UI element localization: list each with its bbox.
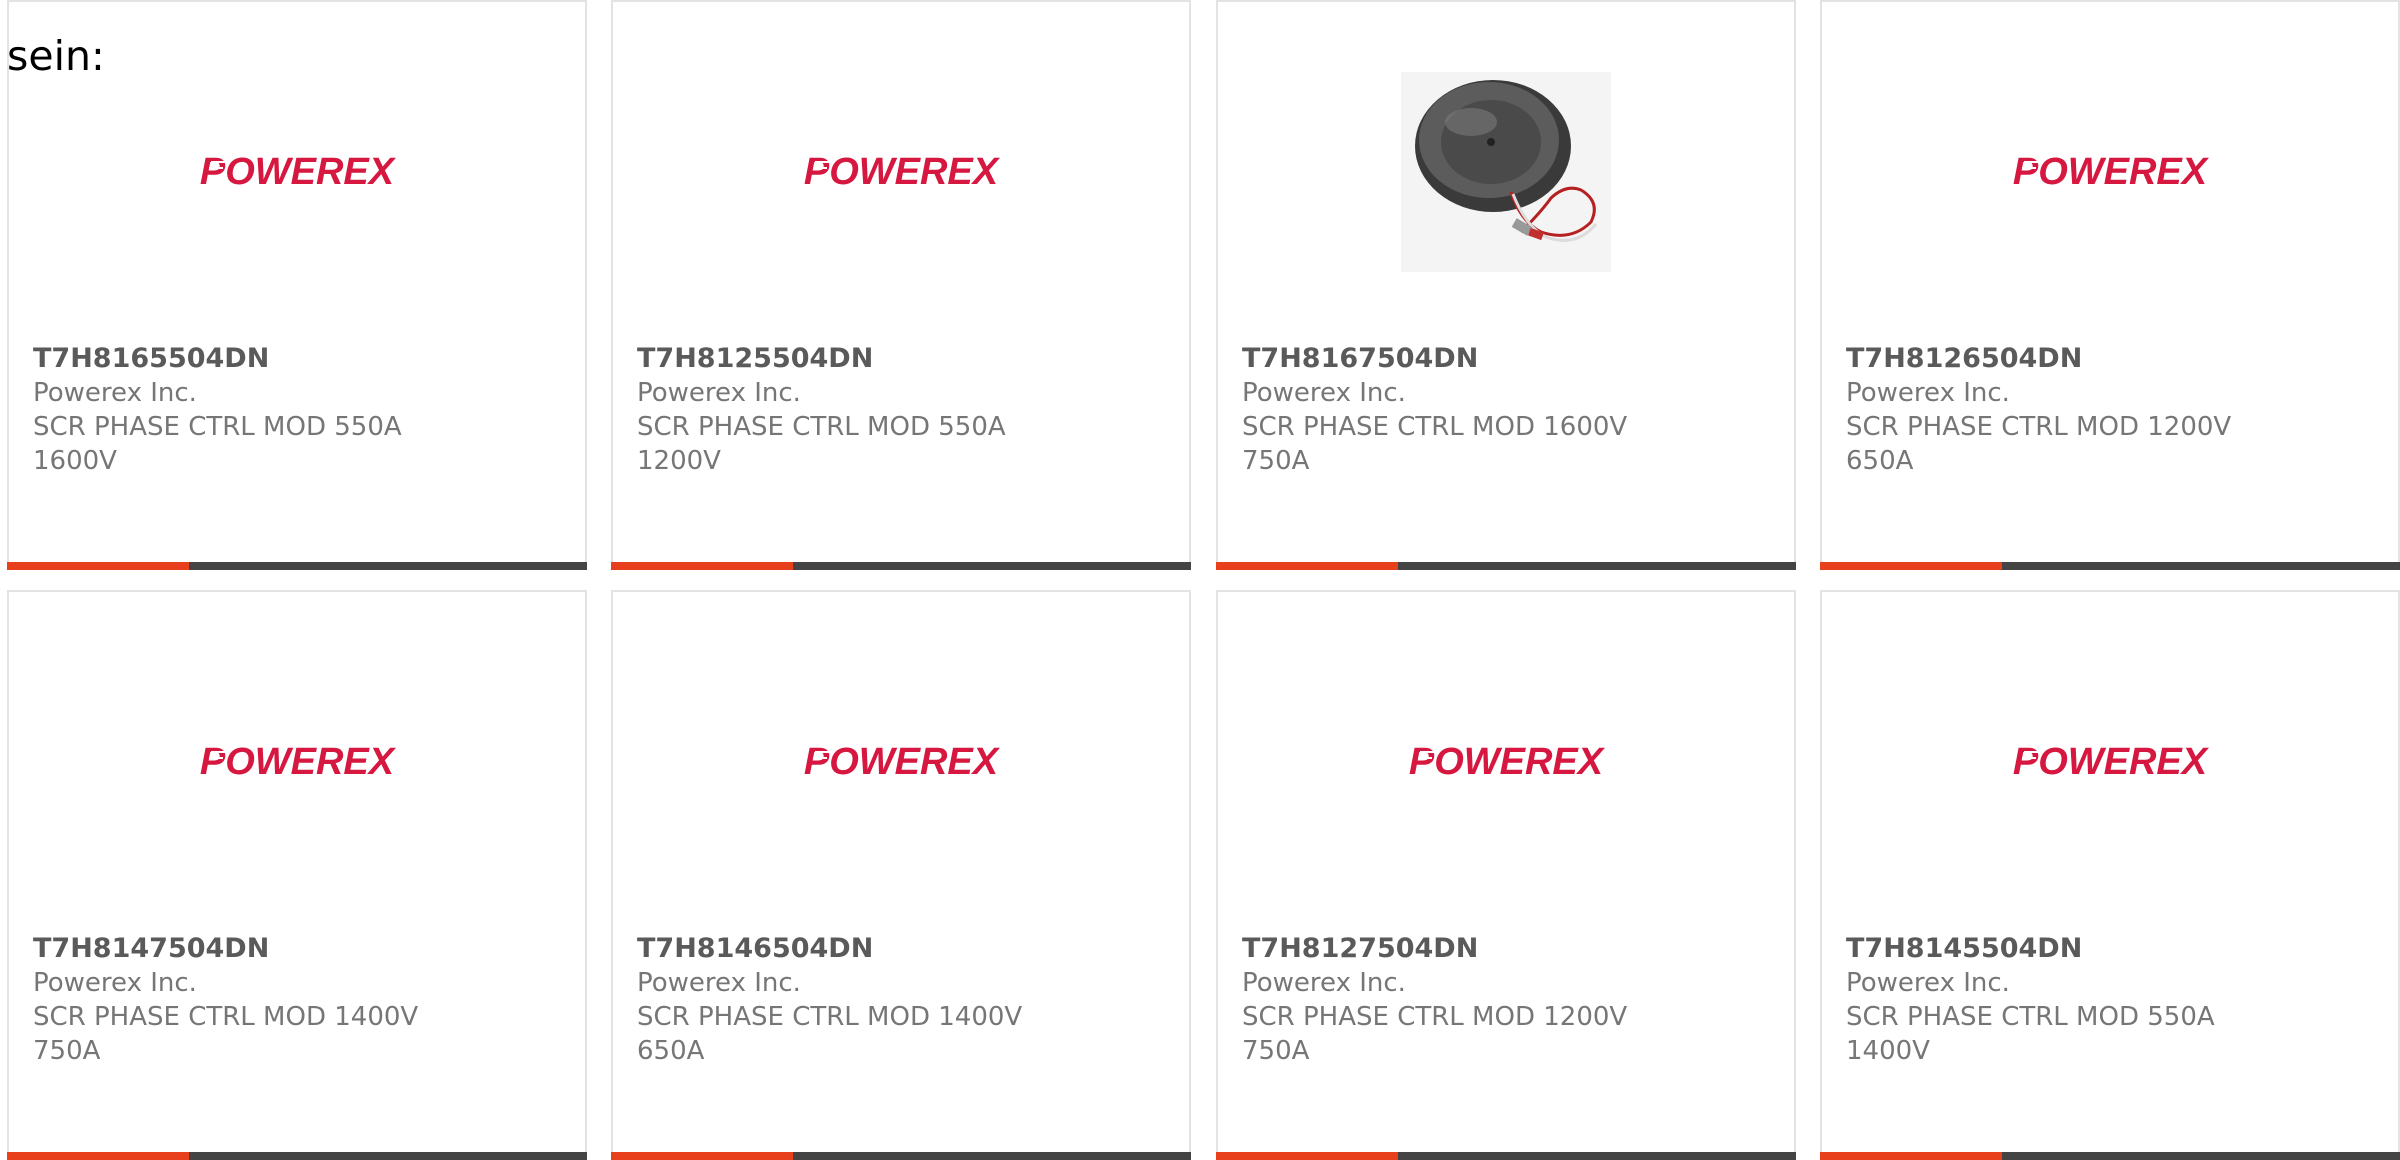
part-number-link[interactable]: T7H8146504DN [637,932,1169,966]
svg-text:POWEREX: POWEREX [2013,152,2210,192]
product-description: SCR PHASE CTRL MOD 550A 1400V [1846,1002,2215,1066]
svg-text:POWEREX: POWEREX [200,742,397,782]
card-accent-bar [1820,1152,2002,1160]
product-description: SCR PHASE CTRL MOD 550A 1600V [33,412,402,476]
card-bottom-bar [1216,562,1796,570]
product-image[interactable]: POWEREX [1218,632,1794,892]
product-info: T7H8146504DN Powerex Inc. SCR PHASE CTRL… [637,932,1169,1068]
product-info: T7H8167504DN Powerex Inc. SCR PHASE CTRL… [1242,342,1774,478]
card-bottom-bar [7,562,587,570]
manufacturer-name: Powerex Inc. [637,968,801,998]
powerex-logo-icon: POWEREX [2013,742,2210,782]
product-info: T7H8127504DN Powerex Inc. SCR PHASE CTRL… [1242,932,1774,1068]
product-card[interactable]: T7H8167504DN Powerex Inc. SCR PHASE CTRL… [1216,0,1796,570]
card-bottom-bar [1820,1152,2400,1160]
part-number-link[interactable]: T7H8167504DN [1242,342,1774,376]
product-image[interactable]: POWEREX [613,42,1189,302]
card-accent-bar [1216,562,1398,570]
product-description: SCR PHASE CTRL MOD 1200V 650A [1846,412,2232,476]
product-info: T7H8126504DN Powerex Inc. SCR PHASE CTRL… [1846,342,2378,478]
product-description: SCR PHASE CTRL MOD 1400V 750A [33,1002,419,1066]
manufacturer-name: Powerex Inc. [33,378,197,408]
card-bottom-bar [611,562,1191,570]
product-image[interactable]: POWEREX [1822,632,2398,892]
powerex-logo-icon: POWEREX [804,152,1001,192]
product-info: T7H8165504DN Powerex Inc. SCR PHASE CTRL… [33,342,565,478]
manufacturer-name: Powerex Inc. [1242,378,1406,408]
powerex-logo-icon: POWEREX [2013,152,2210,192]
product-card[interactable]: POWEREX T7H8146504DN Powerex Inc. SCR PH… [611,590,1191,1160]
product-description: SCR PHASE CTRL MOD 1200V 750A [1242,1002,1628,1066]
svg-text:POWEREX: POWEREX [804,742,1001,782]
part-number-link[interactable]: T7H8125504DN [637,342,1169,376]
card-accent-bar [7,1152,189,1160]
product-info: T7H8147504DN Powerex Inc. SCR PHASE CTRL… [33,932,565,1068]
thyristor-disc-photo-icon [1401,72,1611,272]
card-bottom-bar [7,1152,587,1160]
card-accent-bar [611,562,793,570]
product-image[interactable]: POWEREX [9,632,585,892]
part-number-link[interactable]: T7H8126504DN [1846,342,2378,376]
product-info: T7H8145504DN Powerex Inc. SCR PHASE CTRL… [1846,932,2378,1068]
svg-text:POWEREX: POWEREX [200,152,397,192]
svg-text:POWEREX: POWEREX [2013,742,2210,782]
manufacturer-name: Powerex Inc. [33,968,197,998]
card-accent-bar [1216,1152,1398,1160]
part-number-link[interactable]: T7H8145504DN [1846,932,2378,966]
manufacturer-name: Powerex Inc. [1846,378,2010,408]
card-bottom-bar [1820,562,2400,570]
manufacturer-name: Powerex Inc. [637,378,801,408]
part-number-link[interactable]: T7H8147504DN [33,932,565,966]
svg-text:POWEREX: POWEREX [804,152,1001,192]
product-description: SCR PHASE CTRL MOD 550A 1200V [637,412,1006,476]
product-description: SCR PHASE CTRL MOD 1600V 750A [1242,412,1628,476]
product-image[interactable]: POWEREX [613,632,1189,892]
powerex-logo-icon: POWEREX [200,152,397,192]
product-image[interactable] [1218,42,1794,302]
product-card[interactable]: POWEREX T7H8145504DN Powerex Inc. SCR PH… [1820,590,2400,1160]
powerex-logo-icon: POWEREX [804,742,1001,782]
card-bottom-bar [611,1152,1191,1160]
manufacturer-name: Powerex Inc. [1846,968,2010,998]
product-card[interactable]: POWEREX T7H8126504DN Powerex Inc. SCR PH… [1820,0,2400,570]
product-card[interactable]: POWEREX T7H8147504DN Powerex Inc. SCR PH… [7,590,587,1160]
card-accent-bar [611,1152,793,1160]
svg-text:POWEREX: POWEREX [1409,742,1606,782]
product-grid-page: sein: POWEREX T7H8165504DN Powerex Inc. … [0,0,2400,1160]
product-card[interactable]: POWEREX T7H8125504DN Powerex Inc. SCR PH… [611,0,1191,570]
product-info: T7H8125504DN Powerex Inc. SCR PHASE CTRL… [637,342,1169,478]
card-accent-bar [7,562,189,570]
product-card[interactable]: POWEREX T7H8127504DN Powerex Inc. SCR PH… [1216,590,1796,1160]
card-accent-bar [1820,562,2002,570]
product-description: SCR PHASE CTRL MOD 1400V 650A [637,1002,1023,1066]
powerex-logo-icon: POWEREX [200,742,397,782]
product-card[interactable]: POWEREX T7H8165504DN Powerex Inc. SCR PH… [7,0,587,570]
part-number-link[interactable]: T7H8165504DN [33,342,565,376]
part-number-link[interactable]: T7H8127504DN [1242,932,1774,966]
card-bottom-bar [1216,1152,1796,1160]
powerex-logo-icon: POWEREX [1409,742,1606,782]
intro-text: sein: [7,32,105,80]
manufacturer-name: Powerex Inc. [1242,968,1406,998]
product-image[interactable]: POWEREX [1822,42,2398,302]
